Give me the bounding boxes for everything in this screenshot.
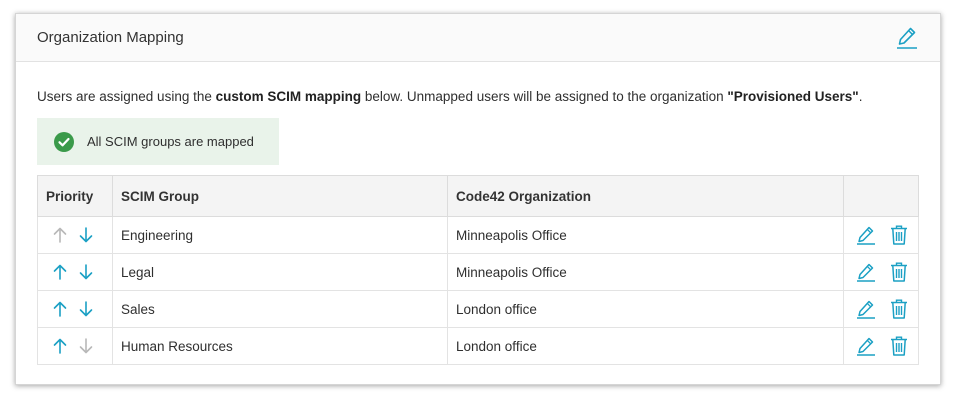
organization-cell: London office: [447, 327, 844, 365]
panel-header: Organization Mapping: [16, 14, 940, 62]
edit-row-pencil-icon[interactable]: [856, 299, 876, 319]
mapping-table: Priority SCIM Group Code42 Organization …: [37, 175, 919, 365]
description-text: Users are assigned using the: [37, 89, 216, 104]
delete-row-trash-icon[interactable]: [890, 299, 908, 319]
organization-cell: Minneapolis Office: [447, 216, 844, 254]
scim-group-cell: Human Resources: [112, 327, 448, 365]
move-up-arrow-icon: [53, 227, 67, 243]
table-row: Legal Minneapolis Office: [37, 253, 919, 291]
organization-cell: London office: [447, 290, 844, 328]
scim-group-cell: Legal: [112, 253, 448, 291]
delete-row-trash-icon[interactable]: [890, 262, 908, 282]
column-header-priority: Priority: [37, 175, 113, 217]
mapping-description: Users are assigned using the custom SCIM…: [37, 89, 919, 104]
priority-cell: [37, 290, 113, 328]
description-bold-mapping: custom SCIM mapping: [215, 89, 362, 104]
edit-row-pencil-icon[interactable]: [856, 262, 876, 282]
actions-cell: [843, 253, 919, 291]
priority-cell: [37, 253, 113, 291]
edit-row-pencil-icon[interactable]: [856, 225, 876, 245]
move-down-arrow-icon[interactable]: [79, 301, 93, 317]
description-text: below. Unmapped users will be assigned t…: [361, 89, 728, 104]
scim-group-cell: Engineering: [112, 216, 448, 254]
move-up-arrow-icon[interactable]: [53, 338, 67, 354]
check-circle-icon: [54, 131, 74, 152]
priority-cell: [37, 216, 113, 254]
table-header-row: Priority SCIM Group Code42 Organization: [37, 175, 919, 217]
table-row: Sales London office: [37, 290, 919, 328]
column-header-actions: [843, 175, 919, 217]
description-text: .: [858, 89, 863, 104]
status-text: All SCIM groups are mapped: [87, 134, 254, 149]
edit-mapping-pencil-icon[interactable]: [894, 25, 920, 51]
column-header-organization: Code42 Organization: [447, 175, 844, 217]
organization-cell: Minneapolis Office: [447, 253, 844, 291]
delete-row-trash-icon[interactable]: [890, 225, 908, 245]
actions-cell: [843, 216, 919, 254]
organization-mapping-panel: Organization Mapping Users are assigned …: [15, 13, 941, 385]
panel-title: Organization Mapping: [37, 29, 184, 46]
move-up-arrow-icon[interactable]: [53, 301, 67, 317]
scim-group-cell: Sales: [112, 290, 448, 328]
actions-cell: [843, 327, 919, 365]
edit-row-pencil-icon[interactable]: [856, 336, 876, 356]
move-down-arrow-icon[interactable]: [79, 227, 93, 243]
move-down-arrow-icon[interactable]: [79, 264, 93, 280]
move-down-arrow-icon: [79, 338, 93, 354]
delete-row-trash-icon[interactable]: [890, 336, 908, 356]
column-header-scim-group: SCIM Group: [112, 175, 448, 217]
actions-cell: [843, 290, 919, 328]
table-row: Human Resources London office: [37, 327, 919, 365]
table-row: Engineering Minneapolis Office: [37, 216, 919, 254]
priority-cell: [37, 327, 113, 365]
move-up-arrow-icon[interactable]: [53, 264, 67, 280]
status-banner: All SCIM groups are mapped: [37, 118, 279, 165]
description-bold-org: "Provisioned Users": [727, 89, 859, 104]
